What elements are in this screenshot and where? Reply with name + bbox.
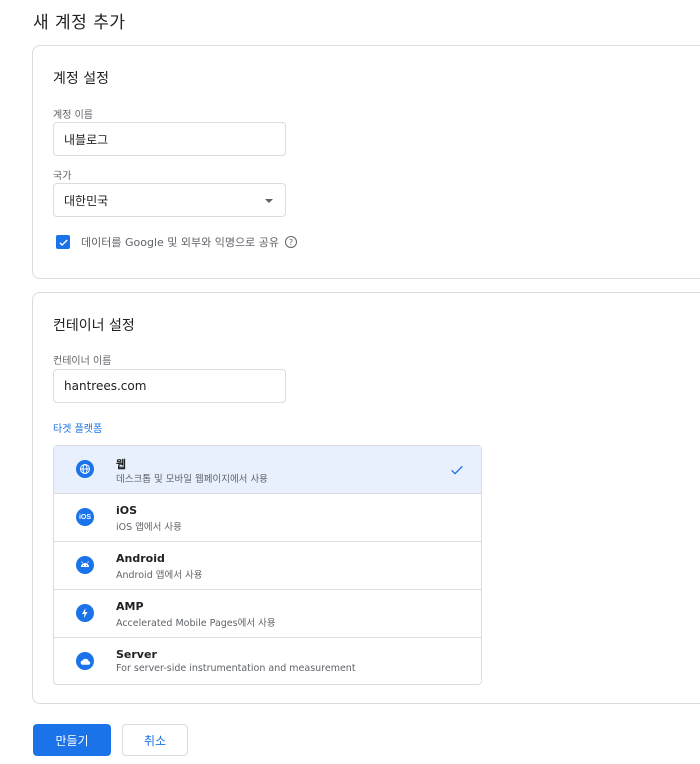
create-button[interactable]: 만들기 — [33, 724, 111, 756]
platform-desc: For server-side instrumentation and meas… — [116, 663, 356, 674]
page-title: 새 계정 추가 — [33, 13, 126, 33]
country-label: 국가 — [53, 171, 72, 182]
share-data-checkbox[interactable] — [56, 235, 70, 249]
account-name-label: 계정 이름 — [53, 110, 93, 121]
platform-option-ios[interactable]: iOS iOS iOS 앱에서 사용 — [54, 494, 481, 542]
account-name-value: 내블로그 — [64, 132, 109, 147]
platform-desc: 데스크톱 및 모바일 웹페이지에서 사용 — [116, 474, 268, 485]
dropdown-caret-icon — [265, 199, 273, 203]
share-data-row: 데이터를 Google 및 외부와 익명으로 공유 ? — [56, 234, 297, 250]
container-name-label: 컨테이너 이름 — [53, 356, 112, 367]
target-platform-label: 타겟 플랫폼 — [53, 424, 103, 435]
container-name-input[interactable]: hantrees.com — [53, 369, 286, 403]
platform-option-amp[interactable]: AMP Accelerated Mobile Pages에서 사용 — [54, 590, 481, 638]
checkmark-icon — [58, 238, 68, 246]
platform-option-web[interactable]: 웹 데스크톱 및 모바일 웹페이지에서 사용 — [54, 446, 481, 494]
platform-desc: iOS 앱에서 사용 — [116, 522, 182, 533]
platform-name: AMP — [116, 600, 144, 613]
ios-icon: iOS — [76, 508, 94, 526]
platform-option-android[interactable]: Android Android 앱에서 사용 — [54, 542, 481, 590]
globe-icon — [76, 460, 94, 478]
bolt-icon — [76, 604, 94, 622]
country-select[interactable]: 대한민국 — [53, 183, 286, 217]
country-value: 대한민국 — [64, 193, 109, 208]
account-name-input[interactable]: 내블로그 — [53, 122, 286, 156]
platform-name: Server — [116, 648, 157, 661]
cancel-button[interactable]: 취소 — [122, 724, 188, 756]
account-settings-card: 계정 설정 계정 이름 내블로그 국가 대한민국 데이터를 Google 및 외… — [32, 45, 700, 279]
share-data-label: 데이터를 Google 및 외부와 익명으로 공유 — [81, 236, 279, 249]
help-circle-icon[interactable]: ? — [284, 236, 297, 248]
platform-name: 웹 — [116, 458, 127, 471]
selected-check-icon — [451, 465, 463, 475]
android-icon — [76, 556, 94, 574]
container-name-value: hantrees.com — [64, 379, 147, 393]
cloud-icon — [76, 652, 94, 670]
platform-option-server[interactable]: Server For server-side instrumentation a… — [54, 638, 481, 684]
container-settings-card: 컨테이너 설정 컨테이너 이름 hantrees.com 타겟 플랫폼 웹 데스… — [32, 292, 700, 704]
platform-name: iOS — [116, 504, 138, 517]
container-section-title: 컨테이너 설정 — [53, 318, 135, 334]
platform-name: Android — [116, 552, 165, 565]
platform-desc: Accelerated Mobile Pages에서 사용 — [116, 618, 276, 629]
account-section-title: 계정 설정 — [53, 71, 109, 87]
platform-desc: Android 앱에서 사용 — [116, 570, 203, 581]
platform-list: 웹 데스크톱 및 모바일 웹페이지에서 사용 iOS iOS iOS 앱에서 사… — [53, 445, 482, 685]
